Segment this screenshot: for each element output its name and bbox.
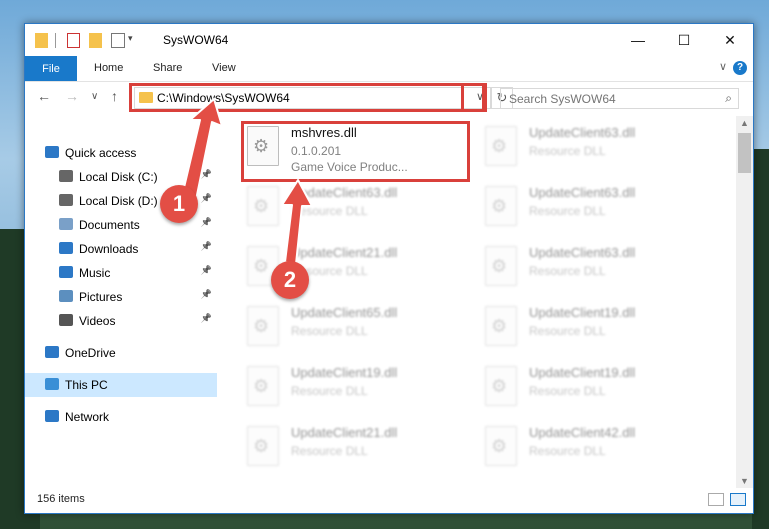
arrow-1 [181, 98, 223, 201]
arrow-2 [281, 179, 313, 265]
annotation-arrows [181, 98, 313, 265]
callout-2: 2 [271, 261, 309, 299]
callout-1: 1 [160, 185, 198, 223]
